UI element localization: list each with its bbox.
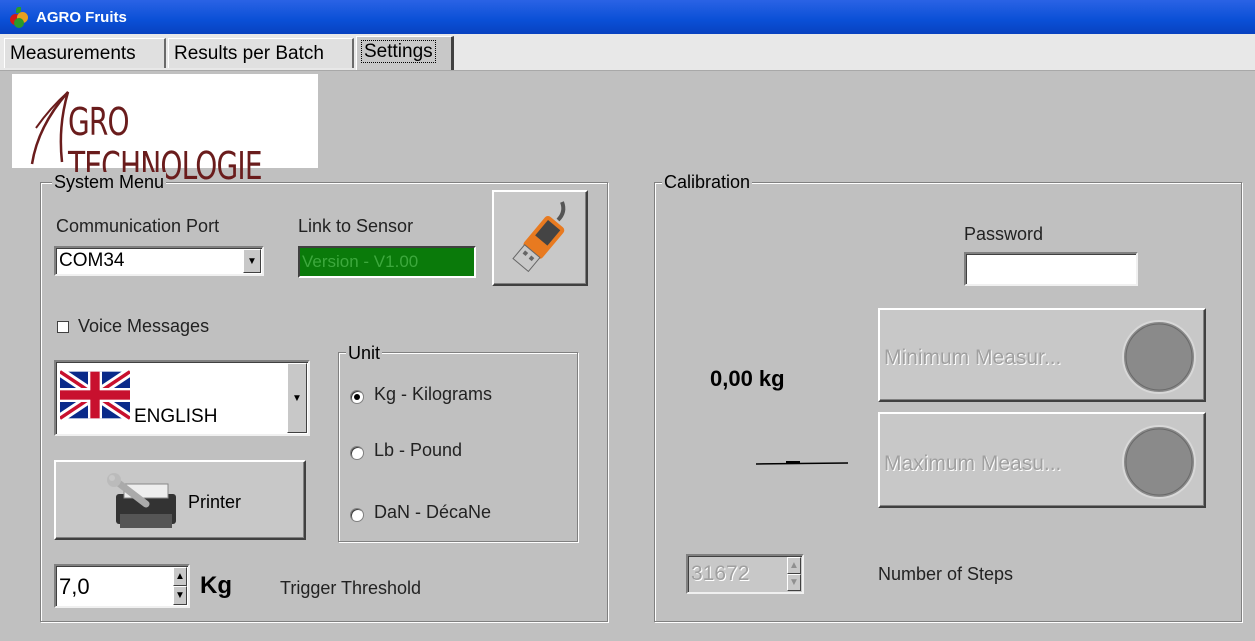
threshold-increment-button[interactable]: ▲	[173, 567, 187, 586]
window-title: AGRO Fruits	[36, 8, 127, 26]
threshold-value: 7,0	[59, 574, 90, 599]
trigger-threshold-label: Trigger Threshold	[280, 578, 422, 598]
max-button-label: Maximum Measu...	[884, 452, 1062, 475]
unit-title: Unit	[346, 343, 383, 364]
calibration-title: Calibration	[662, 172, 753, 193]
trigger-threshold-input[interactable]: 7,0 ▲ ▼	[54, 564, 190, 608]
printer-label: Printer	[188, 492, 242, 512]
chevron-down-icon: ▼	[175, 590, 185, 601]
printer-wrench-icon	[107, 473, 176, 528]
comm-port-dropdown-button[interactable]: ▼	[243, 249, 261, 273]
language-select[interactable]: ENGLISH ▼	[54, 360, 310, 436]
language-dropdown-button[interactable]: ▼	[287, 363, 307, 433]
min-button-label: Minimum Measur...	[884, 346, 1062, 369]
tab-label: Results per Batch	[174, 43, 324, 64]
unit-radio-kg[interactable]	[350, 390, 364, 404]
comm-port-select[interactable]: COM34 ▼	[54, 246, 264, 276]
chevron-up-icon: ▲	[789, 560, 799, 571]
unit-dan-label: DaN - DécaNe	[374, 502, 492, 522]
tab-label: Measurements	[10, 43, 136, 64]
chevron-up-icon: ▲	[175, 571, 185, 582]
comm-port-value: COM34	[59, 250, 125, 271]
steps-indicator-line	[756, 461, 849, 465]
usb-connect-button[interactable]	[492, 190, 588, 286]
unit-kg-label: Kg - Kilograms	[374, 384, 493, 404]
link-sensor-status: Version - V1.00	[298, 246, 476, 278]
tab-results-per-batch[interactable]: Results per Batch	[168, 38, 354, 68]
min-status-led-icon	[1122, 320, 1196, 394]
chevron-down-icon: ▼	[789, 577, 799, 588]
maximum-measure-button[interactable]: Maximum Measu...	[878, 412, 1206, 508]
voice-messages-checkbox[interactable]	[57, 321, 69, 333]
password-input[interactable]	[964, 252, 1138, 286]
printer-settings-button[interactable]: Printer	[54, 460, 306, 540]
comm-port-label: Communication Port	[56, 216, 220, 236]
tab-measurements[interactable]: Measurements	[4, 38, 166, 68]
tab-label: Settings	[361, 40, 436, 63]
link-sensor-version: Version - V1.00	[302, 252, 419, 271]
link-sensor-label: Link to Sensor	[298, 216, 414, 236]
current-reading: 0,00 kg	[710, 366, 785, 391]
language-value: ENGLISH	[134, 406, 218, 427]
threshold-decrement-button[interactable]: ▼	[173, 586, 187, 605]
agro-technologie-logo: GRO TECHNOLOGIE	[12, 74, 318, 188]
title-bar: AGRO Fruits	[0, 0, 1255, 34]
password-label: Password	[964, 224, 1044, 244]
chevron-down-icon: ▼	[292, 392, 302, 404]
uk-flag-icon	[60, 370, 130, 420]
unit-lb-label: Lb - Pound	[374, 440, 463, 460]
unit-radio-lb[interactable]	[350, 446, 364, 460]
usb-plug-icon	[512, 201, 566, 273]
threshold-unit: Kg	[200, 572, 232, 599]
voice-messages-label: Voice Messages	[78, 316, 210, 336]
steps-decrement-button[interactable]: ▼	[787, 574, 801, 591]
max-status-led-icon	[1122, 425, 1196, 499]
minimum-measure-button[interactable]: Minimum Measur...	[878, 308, 1206, 402]
unit-radio-dan[interactable]	[350, 508, 364, 522]
app-fruit-icon	[8, 6, 30, 28]
number-of-steps-label: Number of Steps	[878, 564, 1014, 584]
tab-settings[interactable]: Settings	[356, 36, 454, 70]
steps-value: 31672	[691, 562, 750, 585]
number-of-steps-input[interactable]: 31672 ▲ ▼	[686, 554, 804, 594]
system-menu-title: System Menu	[52, 172, 167, 193]
steps-increment-button[interactable]: ▲	[787, 557, 801, 574]
chevron-down-icon: ▼	[247, 255, 257, 267]
